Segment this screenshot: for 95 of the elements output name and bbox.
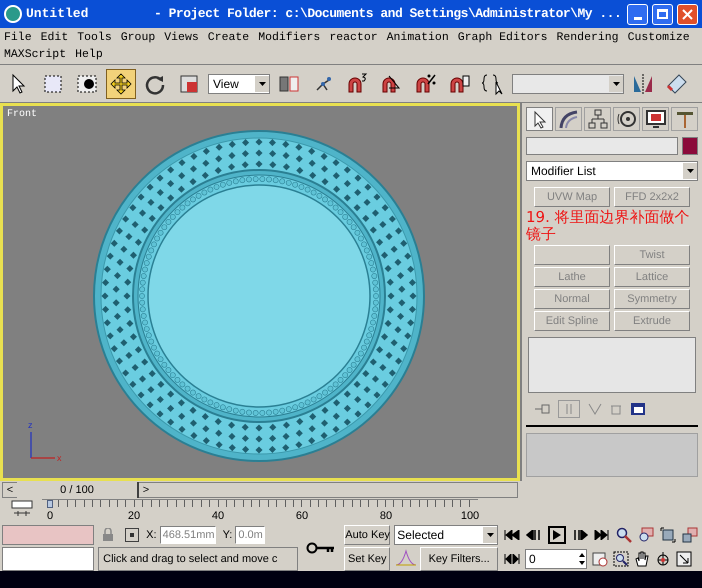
menu-item[interactable]: MAXScript [4, 46, 66, 64]
go-to-end-icon[interactable] [594, 530, 610, 540]
maximize-icon [657, 9, 668, 19]
curve-editor-icon [10, 499, 34, 519]
y-label: Y: [222, 528, 232, 543]
close-button[interactable] [677, 4, 698, 24]
monitor-icon [644, 108, 666, 130]
auto-key-button[interactable]: Auto Key [344, 525, 390, 545]
menu-item[interactable]: Help [75, 46, 103, 64]
panel-tab[interactable] [642, 107, 669, 131]
time-slider-thumb[interactable]: < 0 / 100 > [3, 483, 153, 497]
project-folder-title: - Project Folder: c:\Documents and Settings\Administrator\My ... [154, 5, 622, 24]
wheel-icon [616, 108, 638, 130]
key-filters-button[interactable]: Key Filters... [420, 547, 498, 571]
menu-item[interactable]: Customize [628, 28, 690, 46]
viewport-label[interactable]: Front [7, 107, 38, 122]
annotation-text: 19. 将里面边界补面做个镜子 [526, 209, 691, 243]
axis-label: z [28, 420, 32, 430]
absolute-mode-icon[interactable] [125, 528, 140, 542]
object-color-swatch[interactable] [682, 137, 698, 155]
current-frame-spinner[interactable]: 0 [525, 549, 587, 569]
play-icon [553, 530, 561, 540]
minimize-icon [634, 16, 642, 20]
axis-tripod-icon [30, 432, 55, 459]
set-key-button[interactable]: Set Key [344, 547, 390, 571]
front-viewport[interactable]: Front z x [0, 103, 520, 481]
frame-number: 0 [46, 509, 54, 523]
orbit-icon[interactable] [655, 551, 671, 567]
next-key-icon[interactable] [572, 530, 588, 540]
previous-key-icon[interactable] [526, 530, 542, 540]
pin-stack-icon [534, 403, 550, 415]
panel-tab[interactable] [526, 107, 553, 131]
menu-item[interactable]: Animation [386, 28, 449, 46]
configure-sets-icon [630, 402, 646, 416]
menu-item[interactable]: Rendering [556, 28, 619, 46]
hierarchy-icon [586, 108, 608, 130]
time-slider-reading: 0 / 100 [17, 482, 139, 498]
minimize-button[interactable] [627, 4, 648, 24]
zoom-extents-all-icon[interactable] [682, 527, 698, 543]
region-zoom-icon[interactable] [613, 551, 629, 567]
panel-tab[interactable] [613, 107, 640, 131]
frame-number: 100 [460, 509, 480, 523]
maximize-viewport-icon[interactable] [676, 551, 692, 567]
named-selection-icon [481, 72, 505, 96]
coordinate-dropdown[interactable]: View [208, 74, 270, 94]
toolbar-button[interactable] [106, 68, 136, 98]
time-configuration-icon[interactable] [592, 551, 608, 567]
modifier-list-dropdown[interactable]: Modifier List [526, 161, 698, 181]
maximize-button[interactable] [652, 4, 673, 24]
app-logo-icon [4, 5, 22, 23]
panel-tab[interactable] [555, 107, 582, 131]
panel-tab[interactable] [584, 107, 611, 131]
menu-item[interactable]: reactor [329, 28, 378, 46]
bent-curve-icon [558, 108, 580, 130]
frame-number: 60 [296, 509, 308, 523]
frame-number: 20 [128, 509, 140, 523]
maxscript-input-field[interactable] [2, 547, 94, 571]
key-mode-toggle-icon[interactable] [504, 554, 520, 564]
menu-item[interactable]: Modifiers [258, 28, 320, 46]
window-title: Untitled [26, 5, 90, 24]
y-coordinate-field[interactable]: 0.0m [235, 526, 266, 544]
zoom-extents-icon[interactable] [660, 527, 676, 543]
move-arrows-icon [109, 72, 133, 96]
modifier-button[interactable] [534, 245, 610, 265]
lock-icon [102, 528, 114, 542]
menu-item[interactable]: File [4, 28, 32, 46]
key-icon [306, 541, 336, 555]
frame-marker[interactable] [47, 500, 53, 508]
play-button[interactable] [548, 526, 566, 544]
menu-item[interactable]: Graph Editors [458, 28, 548, 46]
time-slider-track[interactable]: < 0 / 100 > [2, 482, 518, 498]
next-frame-button[interactable]: > [139, 482, 153, 498]
x-coordinate-field[interactable]: 468.51mm [160, 526, 216, 544]
key-mode-dropdown[interactable]: Selected [394, 525, 498, 545]
mirror-icon [631, 72, 655, 96]
menu-item[interactable]: Edit [40, 28, 68, 46]
frame-number: 40 [212, 509, 224, 523]
zoom-all-icon[interactable] [638, 527, 654, 543]
x-label: X: [146, 528, 157, 543]
zoom-icon[interactable] [616, 527, 632, 543]
axis-label: x [57, 453, 62, 463]
object-name-field[interactable] [526, 137, 678, 155]
menu-item[interactable]: Views [164, 28, 199, 46]
menu-item[interactable]: Group [120, 28, 156, 46]
spinner-arrows-icon [578, 552, 586, 566]
maxscript-listener-field[interactable] [2, 525, 94, 545]
menu-item[interactable]: Create [208, 28, 250, 46]
go-to-start-icon[interactable] [504, 530, 520, 540]
frame-number: 80 [380, 509, 392, 523]
pan-hand-icon[interactable] [634, 551, 650, 567]
show-result-icon [558, 400, 580, 418]
menu-item[interactable]: Tools [77, 28, 112, 46]
align-icon [665, 72, 689, 96]
previous-frame-button[interactable]: < [3, 482, 17, 498]
close-icon [682, 8, 693, 20]
